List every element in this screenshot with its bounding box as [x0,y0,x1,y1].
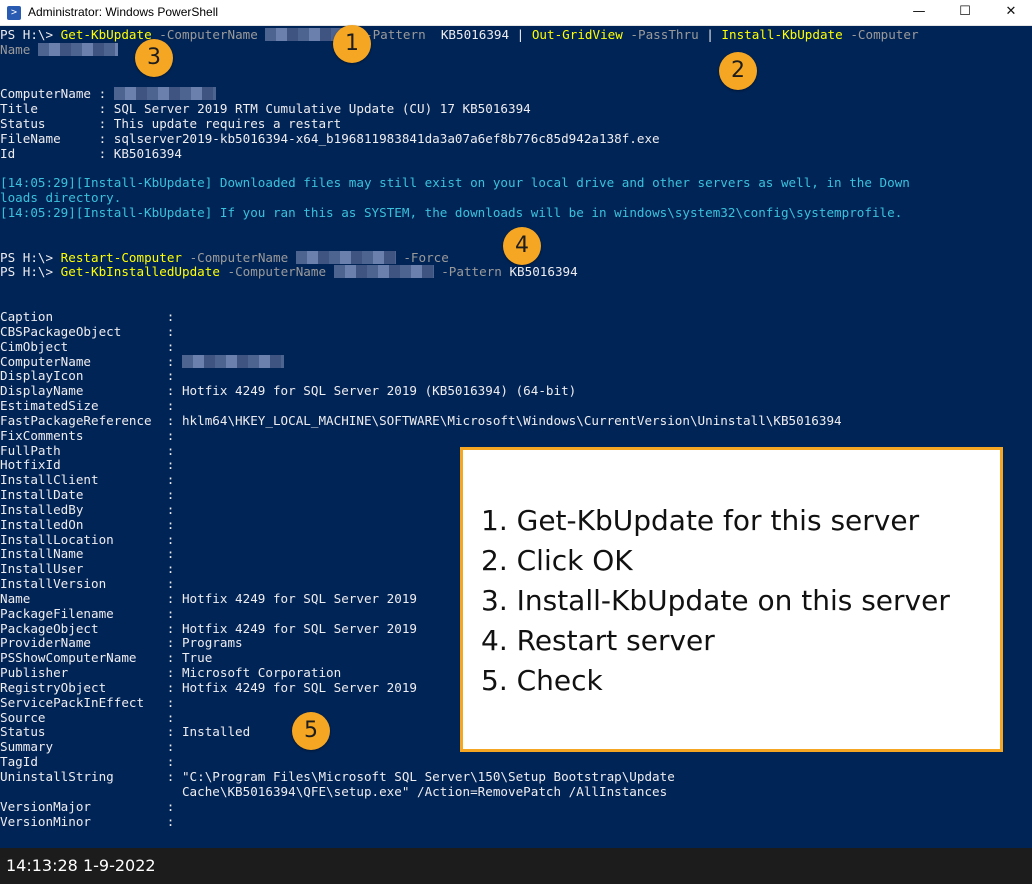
property-row: FullPath : [0,443,175,458]
cmdlet-get-kbupdate: Get-KbUpdate [60,27,152,42]
param-pattern: -Pattern [433,264,510,279]
property-row: TagId : [0,754,175,769]
command-line-restart-computer: PS H:\> Restart-Computer -ComputerName -… [0,250,449,265]
property-row: HotfixId : [0,457,175,472]
result-status: Status : This update requires a restart [0,116,342,131]
callout-step-2: 2. Click OK [481,544,633,577]
cmdlet-install-kbupdate: Install-KbUpdate [721,27,843,42]
step-badge-3: 3 [135,39,173,77]
verbose-message: [14:05:29][Install-KbUpdate] If you ran … [0,205,902,220]
verbose-message: [14:05:29][Install-KbUpdate] Downloaded … [0,175,910,190]
pipe: | [509,27,532,42]
property-row: FixComments : [0,428,175,443]
redacted-computername [295,251,396,264]
verbose-text: If you ran this as SYSTEM, the downloads… [219,205,903,220]
prompt: PS H:\> [0,250,61,265]
verbose-text: Downloaded files may still exist on your… [219,175,910,190]
property-row: InstallName : [0,546,175,561]
property-row: Cache\KB5016394\QFE\setup.exe" /Action=R… [0,784,668,799]
property-row: RegistryObject : Hotfix 4249 for SQL Ser… [0,680,418,695]
verbose-message-wrap: loads directory. [0,190,122,205]
property-row: CimObject : [0,339,175,354]
prompt: PS H:\> [0,264,61,279]
redacted-computername [181,355,284,368]
verbose-tag: [14:05:29][Install-KbUpdate] [0,205,220,220]
command-line-get-kbinstalledupdate: PS H:\> Get-KbInstalledUpdate -ComputerN… [0,264,578,279]
status-bar: 14:13:28 1-9-2022 [0,848,1032,884]
minimize-icon[interactable]: — [896,0,942,26]
property-row: InstallUser : [0,561,175,576]
prompt: PS H:\> [0,27,61,42]
property-row: CBSPackageObject : [0,324,175,339]
property-row: Source : [0,710,175,725]
step-badge-2: 2 [719,52,757,90]
property-row: VersionMinor : [0,814,175,829]
result-title: Title : SQL Server 2019 RTM Cumulative U… [0,101,531,116]
property-row: ProviderName : Programs [0,635,243,650]
cmdlet-restart-computer: Restart-Computer [60,250,182,265]
property-row: PackageFilename : [0,606,175,621]
property-row: PSShowComputerName : True [0,650,213,665]
pattern-value: KB5016394 [440,27,510,42]
property-row: UninstallString : "C:\Program Files\Micr… [0,769,675,784]
param-computername: -ComputerName [151,27,266,42]
close-icon[interactable]: ✕ [988,0,1032,26]
step-badge-5: 5 [292,712,330,750]
param-computername-wrap: -Computer [842,27,919,42]
redacted-computername [333,265,434,278]
redacted-computername [113,87,216,100]
property-row: EstimatedSize : [0,398,175,413]
redacted-computername [37,43,118,56]
property-row: InstalledBy : [0,502,175,517]
pipe: | [698,27,722,42]
callout-step-1: 1. Get-KbUpdate for this server [481,504,920,537]
property-row: InstallLocation : [0,532,175,547]
verbose-tag: [14:05:29][Install-KbUpdate] [0,175,220,190]
command-line-wrap: Name [0,42,118,57]
result-filename: FileName : sqlserver2019-kb5016394-x64_b… [0,131,660,146]
powershell-icon: > [7,6,21,20]
property-row: InstallVersion : [0,576,175,591]
cmdlet-get-kbinstalledupdate: Get-KbInstalledUpdate [60,264,220,279]
property-row: Caption : [0,309,175,324]
maximize-icon[interactable]: ☐ [942,0,988,26]
window-titlebar: > Administrator: Windows PowerShell — ☐ … [0,0,1032,26]
property-row: DisplayIcon : [0,368,175,383]
property-row: ComputerName : [0,354,284,369]
property-row: FastPackageReference : hklm64\HKEY_LOCAL… [0,413,842,428]
command-line-get-kbupdate: PS H:\> Get-KbUpdate -ComputerName -Patt… [0,27,919,42]
param-passthru: -PassThru [622,27,699,42]
pattern-value: KB5016394 [509,264,578,279]
clock-timestamp: 14:13:28 1-9-2022 [6,856,156,875]
instructions-callout: 1. Get-KbUpdate for this server 2. Click… [460,447,1003,752]
property-row: VersionMajor : [0,799,175,814]
cmdlet-out-gridview: Out-GridView [531,27,623,42]
property-row: ServicePackInEffect : [0,695,175,710]
result-computername: ComputerName : [0,86,216,101]
property-row: Name : Hotfix 4249 for SQL Server 2019 [0,591,418,606]
property-row: InstallDate : [0,487,175,502]
param-computername: -ComputerName [219,264,334,279]
result-computername-key: ComputerName : [0,86,114,101]
param-force: -Force [395,250,449,265]
step-badge-4: 4 [503,227,541,265]
callout-step-3: 3. Install-KbUpdate on this server [481,584,950,617]
property-row: DisplayName : Hotfix 4249 for SQL Server… [0,383,577,398]
window-title: Administrator: Windows PowerShell [28,5,219,19]
property-row: InstalledOn : [0,517,175,532]
property-row: Summary : [0,739,175,754]
param-computername: -ComputerName [182,250,296,265]
property-row: Status : Installed [0,724,251,739]
param-computername-wrap: Name [0,42,38,57]
property-key: ComputerName : [0,354,175,369]
callout-step-5: 5. Check [481,664,603,697]
step-badge-1: 1 [333,25,371,63]
callout-step-4: 4. Restart server [481,624,715,657]
property-row: Publisher : Microsoft Corporation [0,665,342,680]
property-row: InstallClient : [0,472,175,487]
result-id: Id : KB5016394 [0,146,182,161]
property-row: PackageObject : Hotfix 4249 for SQL Serv… [0,621,418,636]
